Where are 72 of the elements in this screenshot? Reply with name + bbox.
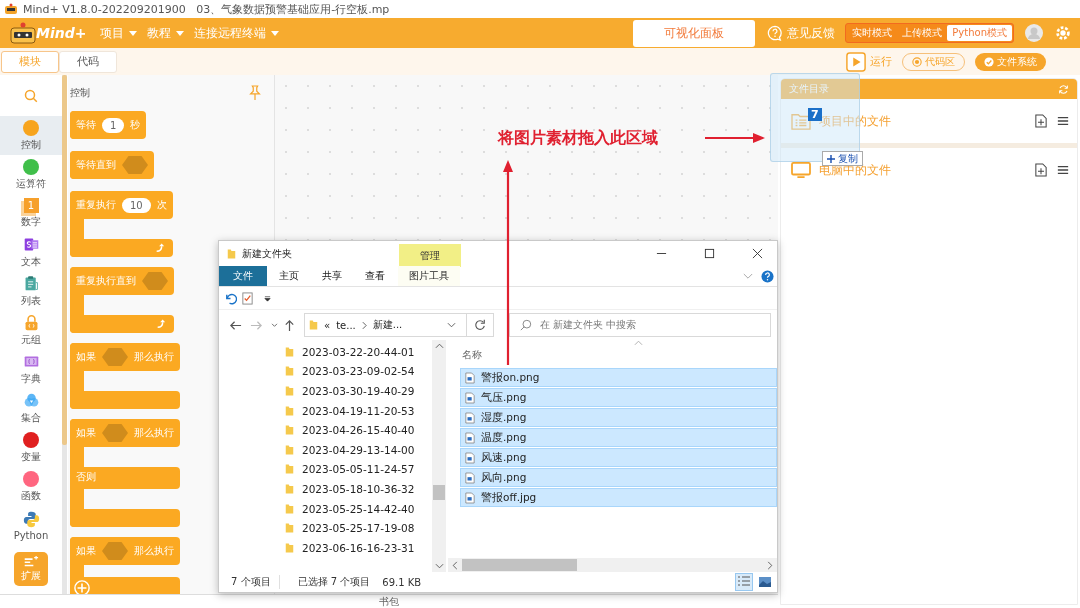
block-label: 次 bbox=[156, 198, 167, 212]
ribbon-tab[interactable]: 图片工具 bbox=[398, 266, 460, 286]
category-item[interactable]: 列表 bbox=[0, 272, 62, 311]
category-item[interactable]: 运算符 bbox=[0, 155, 62, 194]
category-item[interactable]: 变量 bbox=[0, 428, 62, 467]
window-title: Mind+ V1.8.0-202209201900 03、气象数据预警基础应用-行空板.mp bbox=[23, 1, 390, 17]
category-item[interactable]: 元组 bbox=[0, 311, 62, 350]
breadcrumb-overflow[interactable]: « bbox=[324, 319, 331, 331]
file-row[interactable]: 气压.png bbox=[460, 388, 777, 407]
panel-title: 文件目录 bbox=[789, 82, 829, 96]
file-row[interactable]: 湿度.png bbox=[460, 408, 777, 427]
folder-name[interactable]: 2023-03-22-20-44-01 bbox=[302, 345, 415, 358]
logo-text: Mind+ bbox=[36, 25, 87, 41]
block-label: 重复执行直到 bbox=[76, 274, 136, 288]
tooltip-label: 复制 bbox=[838, 151, 858, 164]
folder-name[interactable]: 2023-04-26-15-40-40 bbox=[302, 424, 415, 437]
folder-name[interactable]: 2023-05-05-11-24-57 bbox=[302, 463, 415, 476]
category-item[interactable]: Python bbox=[0, 506, 62, 545]
category-item[interactable]: 控制 bbox=[0, 116, 62, 155]
folder-name[interactable]: 2023-04-29-13-14-00 bbox=[302, 443, 415, 456]
ribbon-tab[interactable]: 主页 bbox=[267, 266, 310, 286]
search-field[interactable]: 在 新建文件夹 中搜索 bbox=[509, 313, 771, 337]
block-label: 等待直到 bbox=[76, 158, 116, 172]
folder-name[interactable]: 2023-06-16-16-23-31 bbox=[302, 541, 415, 554]
block-label: 那么执行 bbox=[134, 426, 174, 440]
file-row[interactable]: 风速.png bbox=[460, 448, 777, 467]
block-label: 如果 bbox=[76, 350, 96, 364]
block-label: 那么执行 bbox=[134, 544, 174, 558]
block-label: 秒 bbox=[130, 118, 141, 132]
ribbon-tab[interactable]: 查看 bbox=[353, 266, 396, 286]
file-row[interactable]: 警报on.png bbox=[460, 368, 777, 387]
number-input[interactable]: 10 bbox=[122, 197, 151, 213]
block-label: 如果 bbox=[76, 544, 96, 558]
category-item[interactable]: 文本 bbox=[0, 233, 62, 272]
folder-name[interactable]: 2023-04-19-11-20-53 bbox=[302, 404, 415, 417]
code-block[interactable]: 等待 1 秒 bbox=[70, 111, 147, 139]
ribbon-tab[interactable]: 文件 bbox=[219, 266, 267, 286]
folder-name[interactable]: 2023-05-25-17-19-08 bbox=[302, 522, 415, 535]
tab[interactable]: 代码 bbox=[59, 50, 117, 73]
number-input[interactable]: 1 bbox=[102, 117, 125, 133]
ribbon-tab[interactable]: 共享 bbox=[310, 266, 353, 286]
folder-name[interactable]: 2023-05-25-14-42-40 bbox=[302, 502, 415, 515]
category-item[interactable]: 集合 bbox=[0, 389, 62, 428]
breadcrumb[interactable]: 新建... bbox=[372, 318, 403, 332]
block-label: 如果 bbox=[76, 426, 96, 440]
item-count: 7 个项目 bbox=[231, 575, 280, 589]
block-label: 那么执行 bbox=[134, 350, 174, 364]
selection-size: 69.1 KB bbox=[382, 576, 422, 588]
backpack-label[interactable]: 书包 bbox=[379, 595, 399, 608]
selection-count: 已选择 7 个项目 bbox=[297, 575, 371, 589]
address-bar[interactable]: « te... 新建... bbox=[304, 313, 494, 337]
folder-name[interactable]: 2023-05-18-10-36-32 bbox=[302, 482, 415, 495]
category-item[interactable]: 1 数字 bbox=[0, 194, 62, 233]
code-block[interactable]: 重复执行 10 次 bbox=[70, 191, 173, 257]
category-item[interactable]: 字典 bbox=[0, 350, 62, 389]
file-row[interactable]: 温度.png bbox=[460, 428, 777, 447]
folder-name[interactable]: 2023-03-23-09-02-54 bbox=[302, 365, 415, 378]
block-label: 等待 bbox=[76, 118, 96, 132]
file-row[interactable]: 警报off.jpg bbox=[460, 488, 777, 507]
category-item[interactable]: 函数 bbox=[0, 467, 62, 506]
breadcrumb[interactable]: te... bbox=[336, 319, 356, 331]
count-badge: 7 bbox=[808, 108, 822, 121]
context-tab[interactable]: 管理 bbox=[399, 244, 461, 267]
palette-title: 控制 bbox=[70, 86, 90, 100]
number-badge: 1 bbox=[23, 198, 39, 213]
instruction-text: 将图片素材拖入此区域 bbox=[498, 128, 658, 149]
file-row[interactable]: 风向.png bbox=[460, 468, 777, 487]
window-title: 新建文件夹 bbox=[242, 246, 293, 261]
block-label: 重复执行 bbox=[76, 198, 116, 212]
column-header[interactable]: 名称 bbox=[462, 348, 777, 362]
folder-name[interactable]: 2023-03-30-19-40-29 bbox=[302, 385, 415, 397]
block-label: 否则 bbox=[76, 471, 96, 482]
